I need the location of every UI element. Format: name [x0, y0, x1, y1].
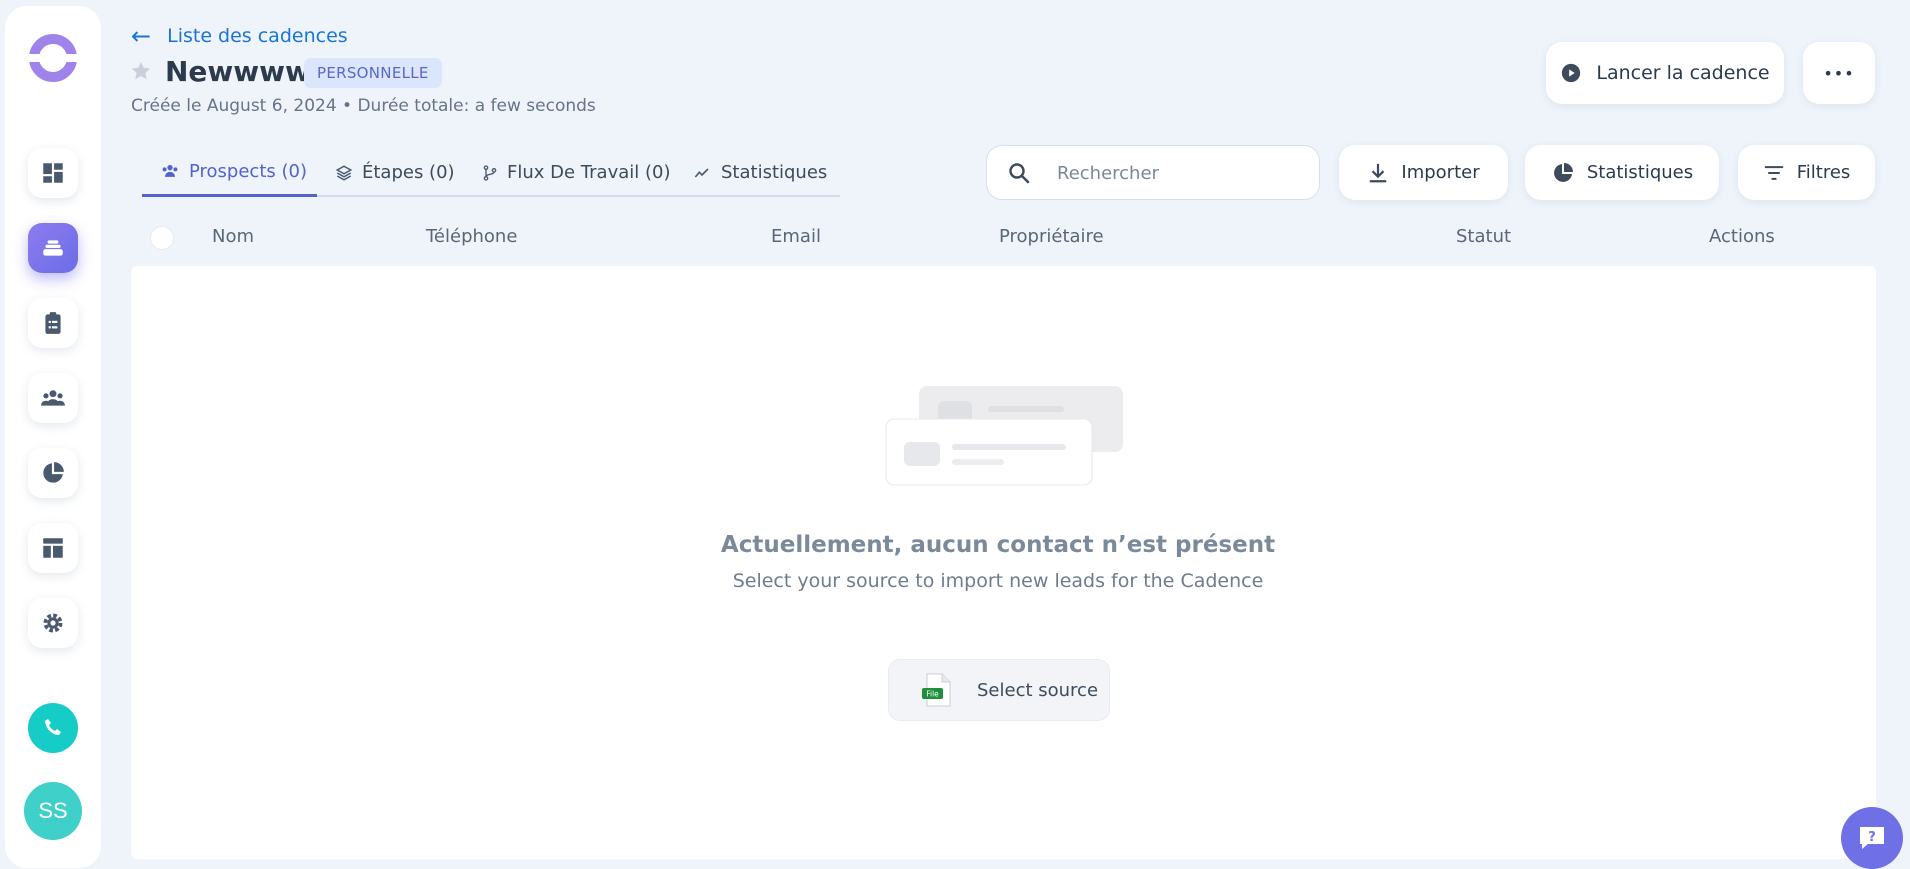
sidebar-item-tasks[interactable] [28, 298, 78, 348]
tab-steps[interactable]: Étapes (0) [335, 148, 455, 197]
filters-button[interactable]: Filtres [1738, 145, 1875, 200]
people-icon [41, 390, 65, 406]
layers-icon [335, 164, 353, 181]
empty-state-subtitle: Select your source to import new leads f… [732, 570, 1264, 592]
sidebar-item-settings[interactable] [28, 598, 78, 648]
sidebar-item-people[interactable] [28, 373, 78, 423]
tab-steps-label: Étapes (0) [362, 162, 455, 183]
column-header-name[interactable]: Nom [212, 226, 254, 247]
phone-icon [45, 719, 61, 735]
tab-prospects-label: Prospects (0) [189, 160, 307, 182]
arrow-left-icon: ← [131, 22, 152, 50]
column-header-actions[interactable]: Actions [1709, 226, 1775, 247]
pie-chart-icon [1553, 162, 1573, 182]
help-chat-icon: ? [1860, 827, 1884, 849]
cadence-stack-icon [43, 240, 63, 256]
dashboard-icon [43, 163, 63, 183]
play-circle-icon [1562, 63, 1581, 83]
file-badge-text: File [926, 690, 939, 699]
sidebar-item-dashboard[interactable] [28, 148, 78, 198]
select-all-checkbox[interactable] [150, 226, 174, 250]
statistics-button[interactable]: Statistiques [1525, 145, 1719, 200]
page-title: Newwww [165, 55, 311, 88]
sidebar: SS [5, 6, 101, 868]
search-input[interactable] [1057, 158, 1297, 188]
pie-chart-icon [43, 462, 64, 483]
call-button[interactable] [28, 703, 78, 753]
personal-tag: PERSONNELLE [304, 58, 442, 88]
filter-icon [1764, 165, 1784, 180]
people-icon [162, 165, 178, 177]
back-link-label: Liste des cadences [167, 25, 348, 47]
import-label: Importer [1401, 162, 1480, 183]
help-button[interactable]: ? [1841, 807, 1903, 869]
search-box[interactable] [986, 145, 1320, 200]
tab-workflow[interactable]: Flux De Travail (0) [482, 148, 670, 197]
statistics-label: Statistiques [1586, 162, 1694, 183]
sidebar-item-statistics[interactable] [28, 448, 78, 498]
app-logo[interactable] [27, 34, 79, 82]
prospects-table-body [131, 266, 1876, 859]
select-source-label: Select source [977, 679, 1099, 701]
column-header-status[interactable]: Statut [1456, 226, 1511, 247]
download-icon [1370, 163, 1387, 182]
import-button[interactable]: Importer [1339, 145, 1508, 200]
column-header-email[interactable]: Email [771, 226, 821, 247]
launch-cadence-button[interactable]: Lancer la cadence [1546, 42, 1784, 104]
filters-label: Filtres [1796, 162, 1851, 183]
empty-state-title: Actuellement, aucun contact n’est présen… [720, 532, 1276, 558]
more-options-button[interactable]: ••• [1803, 42, 1875, 104]
tab-statistics[interactable]: Statistiques [692, 148, 827, 197]
tabs-bar: Prospects (0) Étapes (0) Flux De Travail… [142, 148, 840, 197]
file-icon: File [922, 673, 951, 707]
launch-cadence-label: Lancer la cadence [1596, 62, 1770, 84]
back-to-cadences-link[interactable]: ← Liste des cadences [131, 22, 348, 50]
user-avatar[interactable]: SS [24, 782, 82, 840]
select-source-button[interactable]: File Select source [888, 659, 1110, 721]
tab-statistics-label: Statistiques [721, 162, 828, 183]
column-header-phone[interactable]: Téléphone [426, 226, 517, 247]
search-icon [1009, 163, 1030, 184]
favorite-star-icon[interactable] [130, 60, 152, 82]
trend-icon [694, 167, 709, 178]
workflow-icon [483, 164, 497, 181]
column-header-owner[interactable]: Propriétaire [999, 226, 1104, 247]
settings-gear-icon [43, 613, 63, 633]
tab-prospects[interactable]: Prospects (0) [142, 148, 317, 197]
tab-workflow-label: Flux De Travail (0) [507, 162, 671, 183]
cadence-meta: Créée le August 6, 2024 • Durée totale: … [131, 96, 596, 116]
svg-text:?: ? [1868, 830, 1876, 845]
tasks-clipboard-icon [45, 312, 61, 334]
sidebar-item-cadences[interactable] [28, 223, 78, 273]
empty-list-illustration [885, 386, 1123, 486]
